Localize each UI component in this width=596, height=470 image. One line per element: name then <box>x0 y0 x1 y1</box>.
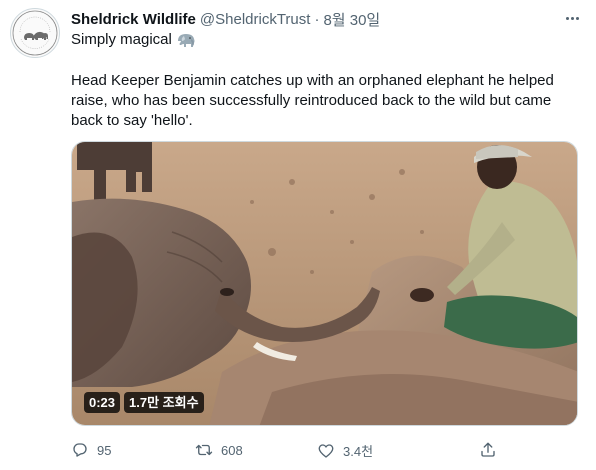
sheldrick-logo-icon <box>12 10 58 56</box>
tweet-actions: 95 608 3.4천 <box>71 441 571 463</box>
like-button[interactable]: 3.4천 <box>317 441 373 460</box>
share-button[interactable] <box>479 441 497 459</box>
elephant-emoji-icon <box>176 32 196 48</box>
share-icon <box>481 442 495 457</box>
like-count: 3.4천 <box>343 444 374 459</box>
tweet-subline: Simply magical <box>71 31 196 48</box>
video-player[interactable]: 0:23 1.7만 조회수 <box>71 141 578 426</box>
reply-count: 95 <box>97 442 112 458</box>
display-name[interactable]: Sheldrick Wildlife <box>71 11 196 28</box>
user-handle[interactable]: @SheldrickTrust <box>200 11 311 28</box>
video-view-count: 1.7만 조회수 <box>124 392 204 413</box>
video-duration: 0:23 <box>84 392 121 413</box>
tweet-header: Sheldrick Wildlife @SheldrickTrust · 8월 … <box>71 9 380 29</box>
more-horizontal-icon <box>565 16 569 20</box>
subline-text: Simply magical <box>71 31 172 48</box>
retweet-icon <box>195 444 213 456</box>
avatar[interactable] <box>10 8 60 58</box>
reply-icon <box>73 443 87 457</box>
more-options-button[interactable] <box>562 10 582 26</box>
retweet-button[interactable]: 608 <box>195 441 243 459</box>
tweet-timestamp[interactable]: 8월 30일 <box>323 9 380 30</box>
heart-icon <box>318 443 334 458</box>
reply-button[interactable]: 95 <box>71 441 111 459</box>
video-badges: 0:23 1.7만 조회수 <box>84 392 204 413</box>
tweet-body: Head Keeper Benjamin catches up with an … <box>71 72 554 129</box>
video-thumbnail <box>72 142 577 425</box>
tweet[interactable]: Sheldrick Wildlife @SheldrickTrust · 8월 … <box>0 0 596 470</box>
separator-dot: · <box>314 10 320 28</box>
retweet-count: 608 <box>221 442 243 458</box>
